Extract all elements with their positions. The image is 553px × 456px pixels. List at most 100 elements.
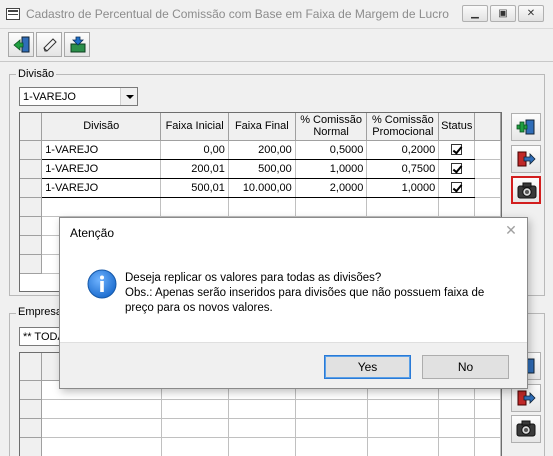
save-button[interactable] [64, 32, 90, 57]
empty-cell[interactable] [41, 437, 162, 456]
empty-cell[interactable] [438, 399, 476, 419]
cell-comissao-normal[interactable]: 1,0000 [295, 159, 368, 179]
camera-button[interactable] [511, 176, 541, 204]
table-row[interactable]: 1-VAREJO 0,00 200,00 0,5000 0,2000 [20, 140, 501, 160]
empty-cell[interactable] [295, 418, 368, 438]
empty-cell[interactable] [228, 418, 296, 438]
table-row[interactable]: 1-VAREJO 200,01 500,00 1,0000 0,7500 [20, 159, 501, 179]
empty-cell[interactable] [161, 418, 230, 438]
row-indicator[interactable] [20, 380, 43, 400]
division-group-label: Divisão [16, 68, 57, 80]
table-row[interactable]: 1-VAREJO 500,01 10.000,00 2,0000 1,0000 [20, 178, 501, 198]
cell-filler [474, 399, 501, 419]
cell-comissao-promocional[interactable]: 0,2000 [366, 140, 440, 160]
remove-record-icon [517, 390, 536, 406]
empty-cell[interactable] [161, 437, 230, 456]
cell-faixa-inicial[interactable]: 500,01 [160, 178, 229, 198]
add-record-button[interactable] [511, 113, 541, 141]
empty-cell[interactable] [295, 197, 368, 217]
cell-faixa-final[interactable]: 200,00 [228, 140, 296, 160]
division-combo[interactable]: 1-VAREJO [19, 87, 138, 106]
empty-cell[interactable] [295, 399, 368, 419]
empty-cell[interactable] [228, 437, 296, 456]
status-checkbox[interactable] [451, 163, 463, 175]
empty-cell[interactable] [228, 399, 296, 419]
row-indicator[interactable] [20, 178, 43, 198]
dialog-title: Atenção [70, 226, 115, 240]
column-header-divisao[interactable]: Divisão [41, 113, 162, 141]
no-button[interactable]: No [422, 355, 509, 379]
close-button[interactable]: ✕ [518, 5, 544, 22]
row-indicator[interactable] [20, 235, 43, 255]
empty-cell[interactable] [438, 197, 476, 217]
table-row[interactable] [20, 437, 501, 456]
table-row[interactable] [20, 399, 501, 419]
row-indicator[interactable] [20, 197, 43, 217]
cell-comissao-normal[interactable]: 2,0000 [295, 178, 368, 198]
camera-button-company[interactable] [511, 415, 541, 443]
row-indicator[interactable] [20, 254, 43, 274]
camera-icon [517, 182, 537, 199]
table-row[interactable] [20, 418, 501, 438]
cell-divisao[interactable]: 1-VAREJO [41, 159, 162, 179]
empty-cell[interactable] [41, 399, 162, 419]
cell-faixa-inicial[interactable]: 0,00 [160, 140, 229, 160]
empty-cell[interactable] [228, 197, 296, 217]
dialog-close-icon[interactable]: ✕ [504, 223, 518, 237]
column-header-faixa-final[interactable]: Faixa Final [228, 113, 296, 141]
chevron-down-icon[interactable] [120, 88, 137, 105]
maximize-icon: ▣ [498, 8, 508, 19]
cell-divisao[interactable]: 1-VAREJO [41, 140, 162, 160]
cell-comissao-promocional[interactable]: 0,7500 [366, 159, 440, 179]
empty-cell[interactable] [41, 418, 162, 438]
cell-status[interactable] [438, 159, 476, 179]
row-indicator[interactable] [20, 437, 43, 456]
row-indicator[interactable] [20, 399, 43, 419]
cell-status[interactable] [438, 178, 476, 198]
empty-cell[interactable] [367, 437, 440, 456]
cell-divisao[interactable]: 1-VAREJO [41, 178, 162, 198]
toolbar-separator [0, 61, 553, 62]
minimize-button[interactable]: ▁ [462, 5, 488, 22]
cell-filler [474, 178, 501, 198]
dialog-message-line: preço para os novos valores. [125, 302, 273, 314]
exit-button[interactable] [8, 32, 34, 57]
row-indicator[interactable] [20, 418, 43, 438]
window-title: Cadastro de Percentual de Comissão com B… [26, 7, 449, 21]
edit-icon [43, 38, 57, 52]
add-record-icon [516, 119, 535, 135]
title-bar: Cadastro de Percentual de Comissão com B… [0, 0, 553, 29]
cell-faixa-final[interactable]: 10.000,00 [228, 178, 296, 198]
yes-button[interactable]: Yes [324, 355, 411, 379]
column-header-faixa-inicial[interactable]: Faixa Inicial [160, 113, 229, 141]
empty-cell[interactable] [160, 197, 229, 217]
empty-cell[interactable] [438, 437, 476, 456]
column-header-comissao-normal[interactable]: % Comissão Normal [295, 113, 368, 141]
row-indicator-header [20, 353, 43, 381]
empty-cell[interactable] [367, 399, 440, 419]
empty-cell[interactable] [161, 399, 230, 419]
column-header-comissao-promocional[interactable]: % Comissão Promocional [366, 113, 440, 141]
info-icon [87, 269, 117, 299]
remove-record-button[interactable] [511, 145, 541, 173]
table-row[interactable] [20, 197, 501, 217]
cell-faixa-final[interactable]: 500,00 [228, 159, 296, 179]
empty-cell[interactable] [41, 197, 162, 217]
cell-comissao-normal[interactable]: 0,5000 [295, 140, 368, 160]
row-indicator[interactable] [20, 216, 43, 236]
cell-faixa-inicial[interactable]: 200,01 [160, 159, 229, 179]
cell-status[interactable] [438, 140, 476, 160]
empty-cell[interactable] [438, 418, 476, 438]
status-checkbox[interactable] [451, 144, 463, 156]
cell-comissao-promocional[interactable]: 1,0000 [366, 178, 440, 198]
column-header-status[interactable]: Status [438, 113, 476, 141]
maximize-button[interactable]: ▣ [490, 5, 516, 22]
row-indicator[interactable] [20, 159, 43, 179]
table-header-row: Divisão Faixa Inicial Faixa Final % Comi… [20, 113, 501, 141]
empty-cell[interactable] [295, 437, 368, 456]
edit-button[interactable] [36, 32, 62, 57]
row-indicator[interactable] [20, 140, 43, 160]
status-checkbox[interactable] [451, 182, 463, 194]
empty-cell[interactable] [366, 197, 440, 217]
empty-cell[interactable] [367, 418, 440, 438]
